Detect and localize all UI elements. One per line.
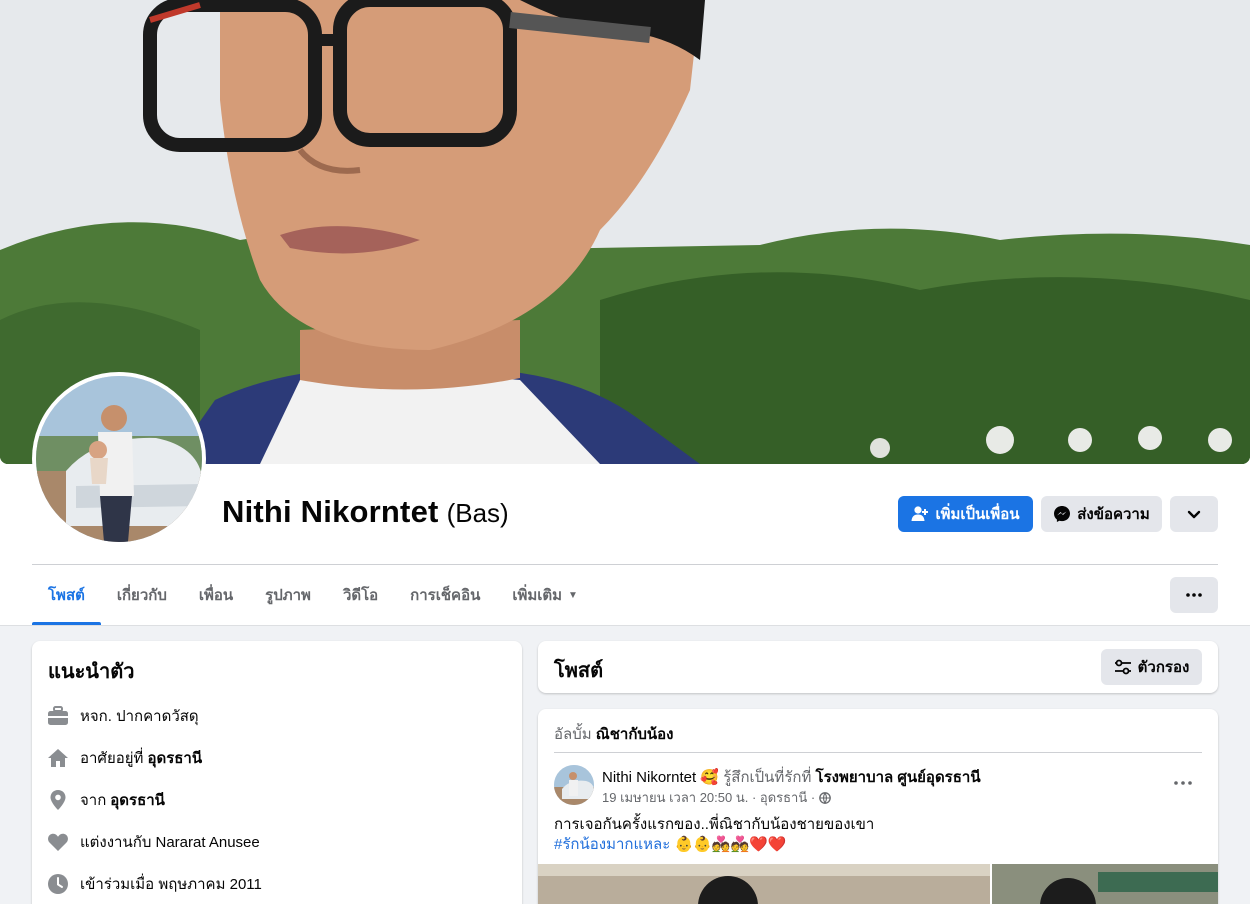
tab-checkins[interactable]: การเช็คอิน (394, 565, 496, 625)
author-avatar-illustration (554, 765, 594, 805)
profile-tabs: โพสต์ เกี่ยวกับ เพื่อน รูปภาพ วิดีโอ การ… (32, 565, 594, 625)
hashtag-link[interactable]: #รักน้องมากแหละ (554, 836, 670, 853)
post-options-button[interactable] (1168, 771, 1198, 795)
post-meta: 19 เมษายน เวลา 20:50 น. · อุดรธานี · (602, 787, 832, 808)
caret-down-icon: ▼ (568, 589, 578, 601)
tab-about[interactable]: เกี่ยวกับ (101, 565, 183, 625)
post-author-line: Nithi Nikorntet 🥰 รู้สึกเป็นที่รักที่ โร… (602, 765, 981, 789)
heart-icon (46, 830, 70, 854)
album-name-link[interactable]: ณิชากับน้อง (596, 726, 674, 743)
intro-item-link[interactable]: อุดรธานี (147, 746, 202, 770)
post-card: อัลบั้ม ณิชากับน้อง Nithi Nikorntet 🥰 รู… (538, 709, 1218, 904)
tab-label: การเช็คอิน (410, 587, 481, 604)
avatar-illustration (36, 376, 202, 542)
intro-item-text: แต่งงานกับ Nararat Anusee (80, 834, 260, 851)
intro-list: หจก. ปากคาดวัสดุ อาศัยอยู่ที่ อุดรธานี จ… (46, 695, 262, 904)
album-line: อัลบั้ม ณิชากับน้อง (554, 722, 674, 746)
profile-name: Nithi Nikorntet (222, 494, 439, 529)
post-tags-line: #รักน้องมากแหละ 👶👶💑💑❤️❤️ (554, 835, 787, 855)
message-label: ส่งข้อความ (1077, 506, 1150, 523)
more-dots-icon (1174, 781, 1192, 785)
add-friend-button[interactable]: เพิ่มเป็นเพื่อน (898, 496, 1033, 532)
posts-title: โพสต์ (554, 660, 604, 682)
intro-item-joined: เข้าร่วมเมื่อ พฤษภาคม 2011 (46, 863, 262, 904)
profile-alternate-name: (Bas) (446, 498, 509, 528)
tab-more[interactable]: เพิ่มเติม ▼ (496, 565, 594, 625)
tab-label: เกี่ยวกับ (116, 587, 167, 604)
post-emojis: 👶👶💑💑❤️❤️ (674, 836, 787, 853)
post-place-link[interactable]: โรงพยาบาล ศูนย์อุดรธานี (816, 769, 981, 786)
more-dots-icon (1186, 593, 1202, 597)
filter-sliders-icon (1114, 659, 1131, 675)
post-timestamp[interactable]: 19 เมษายน เวลา 20:50 น. · อุดรธานี · (602, 787, 815, 808)
profile-options-dropdown[interactable] (1170, 496, 1218, 532)
post-text: การเจอกันครั้งแรกของ..พี่ณิชากับน้องชายข… (554, 816, 875, 833)
intro-item-relationship: แต่งงานกับ Nararat Anusee (46, 821, 262, 863)
chevron-down-icon (1187, 510, 1201, 518)
posts-header-card: โพสต์ ตัวกรอง (538, 641, 1218, 693)
clock-icon (46, 872, 70, 896)
intro-item-from: จาก อุดรธานี (46, 779, 262, 821)
message-button[interactable]: ส่งข้อความ (1041, 496, 1162, 532)
tab-label: วิดีโอ (342, 587, 379, 604)
profile-header: Nithi Nikorntet (Bas) เพิ่มเป็นเพื่อน ส่… (0, 0, 1250, 626)
post-divider (554, 752, 1202, 753)
tab-videos[interactable]: วิดีโอ (327, 565, 394, 625)
tab-label: โพสต์ (48, 587, 85, 604)
post-photos[interactable] (538, 864, 1218, 904)
add-friend-label: เพิ่มเป็นเพื่อน (935, 506, 1020, 523)
home-icon (46, 746, 70, 770)
intro-item-lives-in: อาศัยอยู่ที่ อุดรธานี (46, 737, 262, 779)
globe-icon (819, 791, 832, 804)
avatar-image (36, 376, 202, 542)
tab-label: เพื่อน (198, 587, 234, 604)
tab-friends[interactable]: เพื่อน (183, 565, 249, 625)
cover-photo-illustration (0, 0, 1250, 464)
album-prefix: อัลบั้ม (554, 726, 592, 743)
intro-item-work: หจก. ปากคาดวัสดุ (46, 695, 262, 737)
intro-item-text: หจก. ปากคาดวัสดุ (80, 708, 199, 725)
tab-photos[interactable]: รูปภาพ (249, 565, 327, 625)
add-friend-icon (911, 506, 929, 521)
intro-title: แนะนำตัว (48, 661, 135, 683)
more-options-button[interactable] (1170, 577, 1218, 613)
filter-button[interactable]: ตัวกรอง (1101, 649, 1202, 685)
tab-label: รูปภาพ (265, 587, 311, 604)
tab-posts[interactable]: โพสต์ (32, 565, 101, 625)
filter-label: ตัวกรอง (1137, 659, 1190, 676)
intro-card: แนะนำตัว หจก. ปากคาดวัสดุ อาศัยอยู่ที่ อ… (32, 641, 522, 904)
post-author-name[interactable]: Nithi Nikorntet (602, 769, 696, 786)
intro-item-text: เข้าร่วมเมื่อ พฤษภาคม 2011 (80, 876, 262, 893)
messenger-icon (1054, 506, 1071, 522)
post-photos-preview (538, 864, 1218, 904)
tab-label: เพิ่มเติม (512, 587, 563, 604)
briefcase-icon (46, 704, 70, 728)
post-author-avatar[interactable] (554, 765, 594, 805)
profile-name-row: Nithi Nikorntet (Bas) (222, 494, 509, 534)
cover-photo[interactable] (0, 0, 1250, 464)
intro-item-text: จาก (80, 792, 107, 809)
intro-item-text: อาศัยอยู่ที่ (80, 750, 144, 767)
profile-avatar[interactable] (32, 372, 206, 546)
intro-item-link[interactable]: อุดรธานี (110, 788, 165, 812)
location-pin-icon (46, 788, 70, 812)
feeling-text: รู้สึกเป็นที่รักที่ (723, 769, 812, 786)
feeling-emoji: 🥰 (700, 769, 720, 786)
